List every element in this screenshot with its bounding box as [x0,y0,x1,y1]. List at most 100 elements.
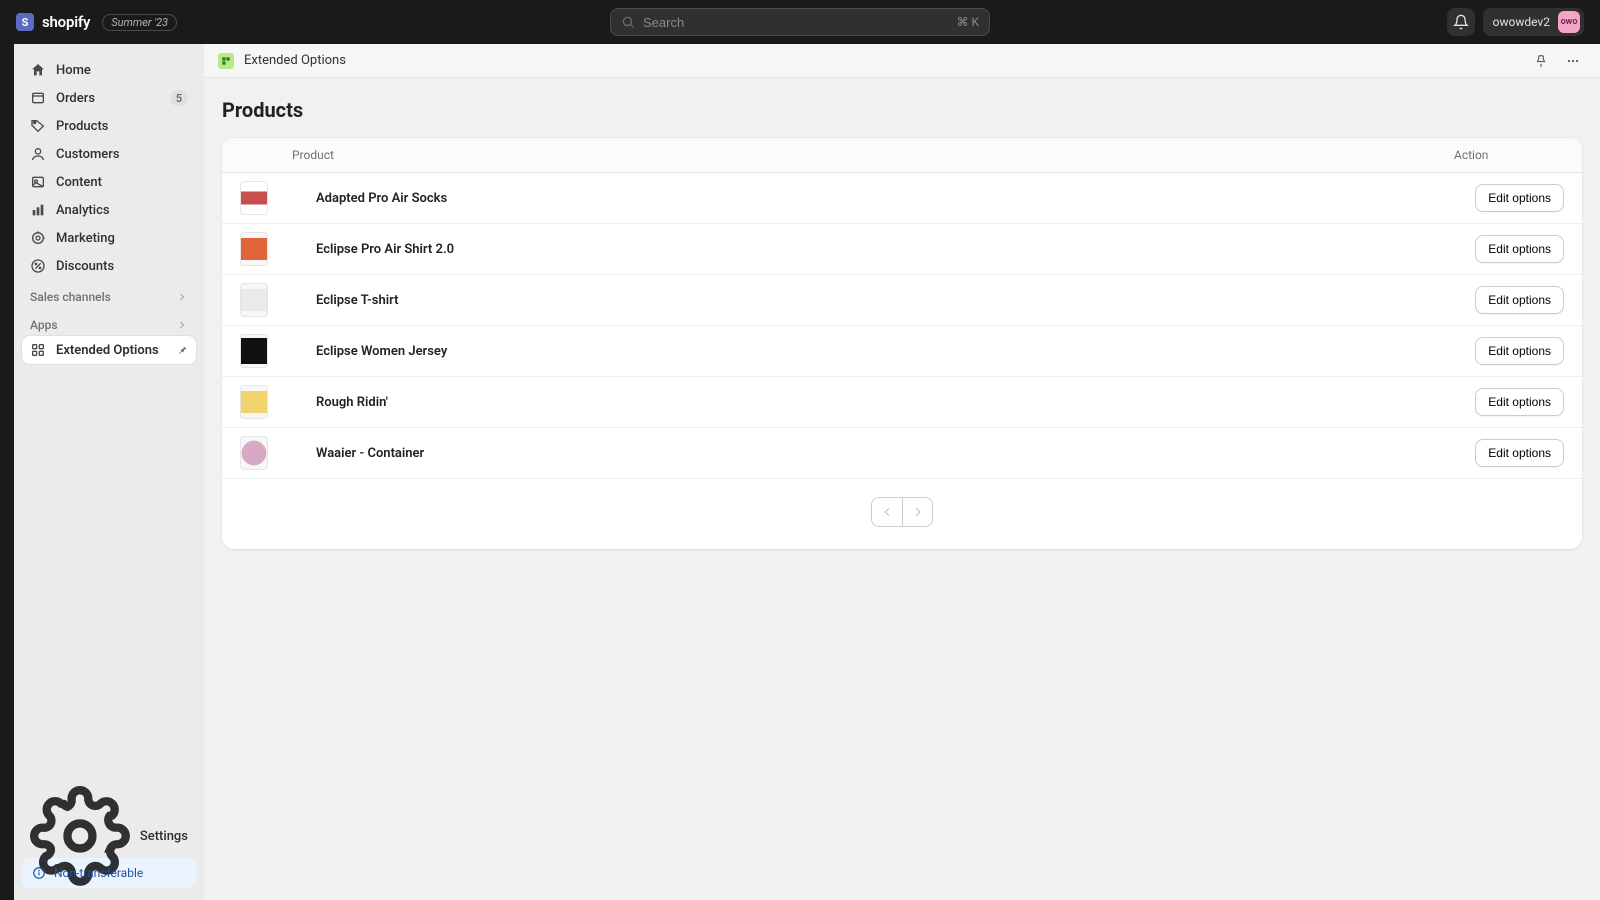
section-label: Apps [30,318,58,332]
user-name-label: owowdev2 [1493,15,1550,29]
chevron-right-icon [176,291,188,303]
sidebar-item-label: Discounts [56,259,114,274]
col-thumb-spacer [240,148,292,162]
product-name: Eclipse T-shirt [316,293,1475,308]
product-name: Eclipse Women Jersey [316,344,1475,359]
more-actions-button[interactable] [1560,48,1586,74]
table-row: Eclipse Pro Air Shirt 2.0 Edit options [222,224,1582,275]
product-thumbnail [240,385,268,419]
app-icon [30,342,46,358]
product-thumbnail [240,283,268,317]
user-menu[interactable]: owowdev2 owo [1483,8,1584,36]
chevron-right-icon [176,319,188,331]
pin-icon [1534,54,1548,68]
products-card: Product Action Adapted Pro Air Socks Edi… [222,138,1582,549]
global-search[interactable]: ⌘ K [610,8,990,36]
table-row: Waaier - Container Edit options [222,428,1582,479]
sidebar-item-home[interactable]: Home [22,56,196,84]
brand-name: shopify [42,13,90,31]
table-header: Product Action [222,138,1582,173]
avatar: owo [1558,11,1580,33]
sidebar-item-marketing[interactable]: Marketing [22,224,196,252]
settings-label: Settings [140,829,188,844]
sidebar-item-label: Products [56,119,108,134]
product-name: Adapted Pro Air Socks [316,191,1475,206]
topbar-right: owowdev2 owo [1447,8,1584,36]
home-icon [30,62,46,78]
shopify-logo-icon: S [16,13,34,31]
app-logo-icon [218,53,234,69]
product-thumbnail [240,232,268,266]
notifications-button[interactable] [1447,8,1475,36]
orders-badge: 5 [170,90,188,106]
sidebar-item-label: Content [56,175,102,190]
edit-options-button[interactable]: Edit options [1475,184,1564,212]
product-thumbnail [240,181,268,215]
edition-badge: Summer '23 [102,14,177,31]
discount-icon [30,258,46,274]
product-thumbnail [240,436,268,470]
sidebar-item-customers[interactable]: Customers [22,140,196,168]
table-row: Rough Ridin' Edit options [222,377,1582,428]
app-title: Extended Options [244,53,346,68]
sidebar-item-label: Home [56,63,91,78]
app-header: Extended Options [204,44,1600,78]
sidebar-item-orders[interactable]: Orders 5 [22,84,196,112]
sidebar-item-analytics[interactable]: Analytics [22,196,196,224]
edit-options-button[interactable]: Edit options [1475,337,1564,365]
pager-group [871,497,933,527]
sidebar-section-sales-channels[interactable]: Sales channels [22,280,196,308]
table-row: Eclipse T-shirt Edit options [222,275,1582,326]
table-row: Eclipse Women Jersey Edit options [222,326,1582,377]
content-icon [30,174,46,190]
chevron-left-icon [880,505,894,519]
analytics-icon [30,202,46,218]
edit-options-button[interactable]: Edit options [1475,388,1564,416]
more-horizontal-icon [1566,54,1580,68]
edit-options-button[interactable]: Edit options [1475,235,1564,263]
pagination [222,479,1582,549]
page-next-button[interactable] [902,498,932,526]
col-header-product: Product [292,148,1454,162]
page-prev-button[interactable] [872,498,902,526]
sidebar: Home Orders 5 Products Customers Content… [14,44,204,900]
product-thumbnail [240,334,268,368]
product-name: Waaier - Container [316,446,1475,461]
edit-options-button[interactable]: Edit options [1475,439,1564,467]
sidebar-section-apps[interactable]: Apps [22,308,196,336]
edit-options-button[interactable]: Edit options [1475,286,1564,314]
chevron-right-icon [911,505,925,519]
info-icon [32,866,46,880]
sidebar-item-products[interactable]: Products [22,112,196,140]
table-row: Adapted Pro Air Socks Edit options [222,173,1582,224]
left-rail [0,44,14,900]
topbar-left: S shopify Summer '23 [16,13,177,31]
search-input[interactable] [643,15,948,30]
sidebar-item-discounts[interactable]: Discounts [22,252,196,280]
product-name: Rough Ridin' [316,395,1475,410]
sidebar-bottom: Settings Non-transferable [22,822,196,888]
notice-label: Non-transferable [54,866,143,880]
topbar: S shopify Summer '23 ⌘ K owowdev2 owo [0,0,1600,44]
user-icon [30,146,46,162]
target-icon [30,230,46,246]
topbar-center: ⌘ K [610,8,990,36]
search-icon [621,15,635,29]
orders-icon [30,90,46,106]
search-shortcut-hint: ⌘ K [956,15,979,29]
sidebar-item-label: Orders [56,91,95,106]
section-label: Sales channels [30,290,111,304]
sidebar-item-label: Extended Options [56,343,159,358]
app-header-left: Extended Options [218,53,346,69]
sidebar-item-label: Marketing [56,231,115,246]
product-name: Eclipse Pro Air Shirt 2.0 [316,242,1475,257]
pin-app-button[interactable] [1528,48,1554,74]
sidebar-item-label: Customers [56,147,120,162]
main-area: Extended Options Products Product Action… [204,44,1600,900]
sidebar-item-settings[interactable]: Settings [22,822,196,850]
pin-icon [176,344,188,356]
col-header-action: Action [1454,148,1564,162]
content: Products Product Action Adapted Pro Air … [204,78,1600,569]
sidebar-item-content[interactable]: Content [22,168,196,196]
sidebar-item-extended-options[interactable]: Extended Options [22,336,196,364]
